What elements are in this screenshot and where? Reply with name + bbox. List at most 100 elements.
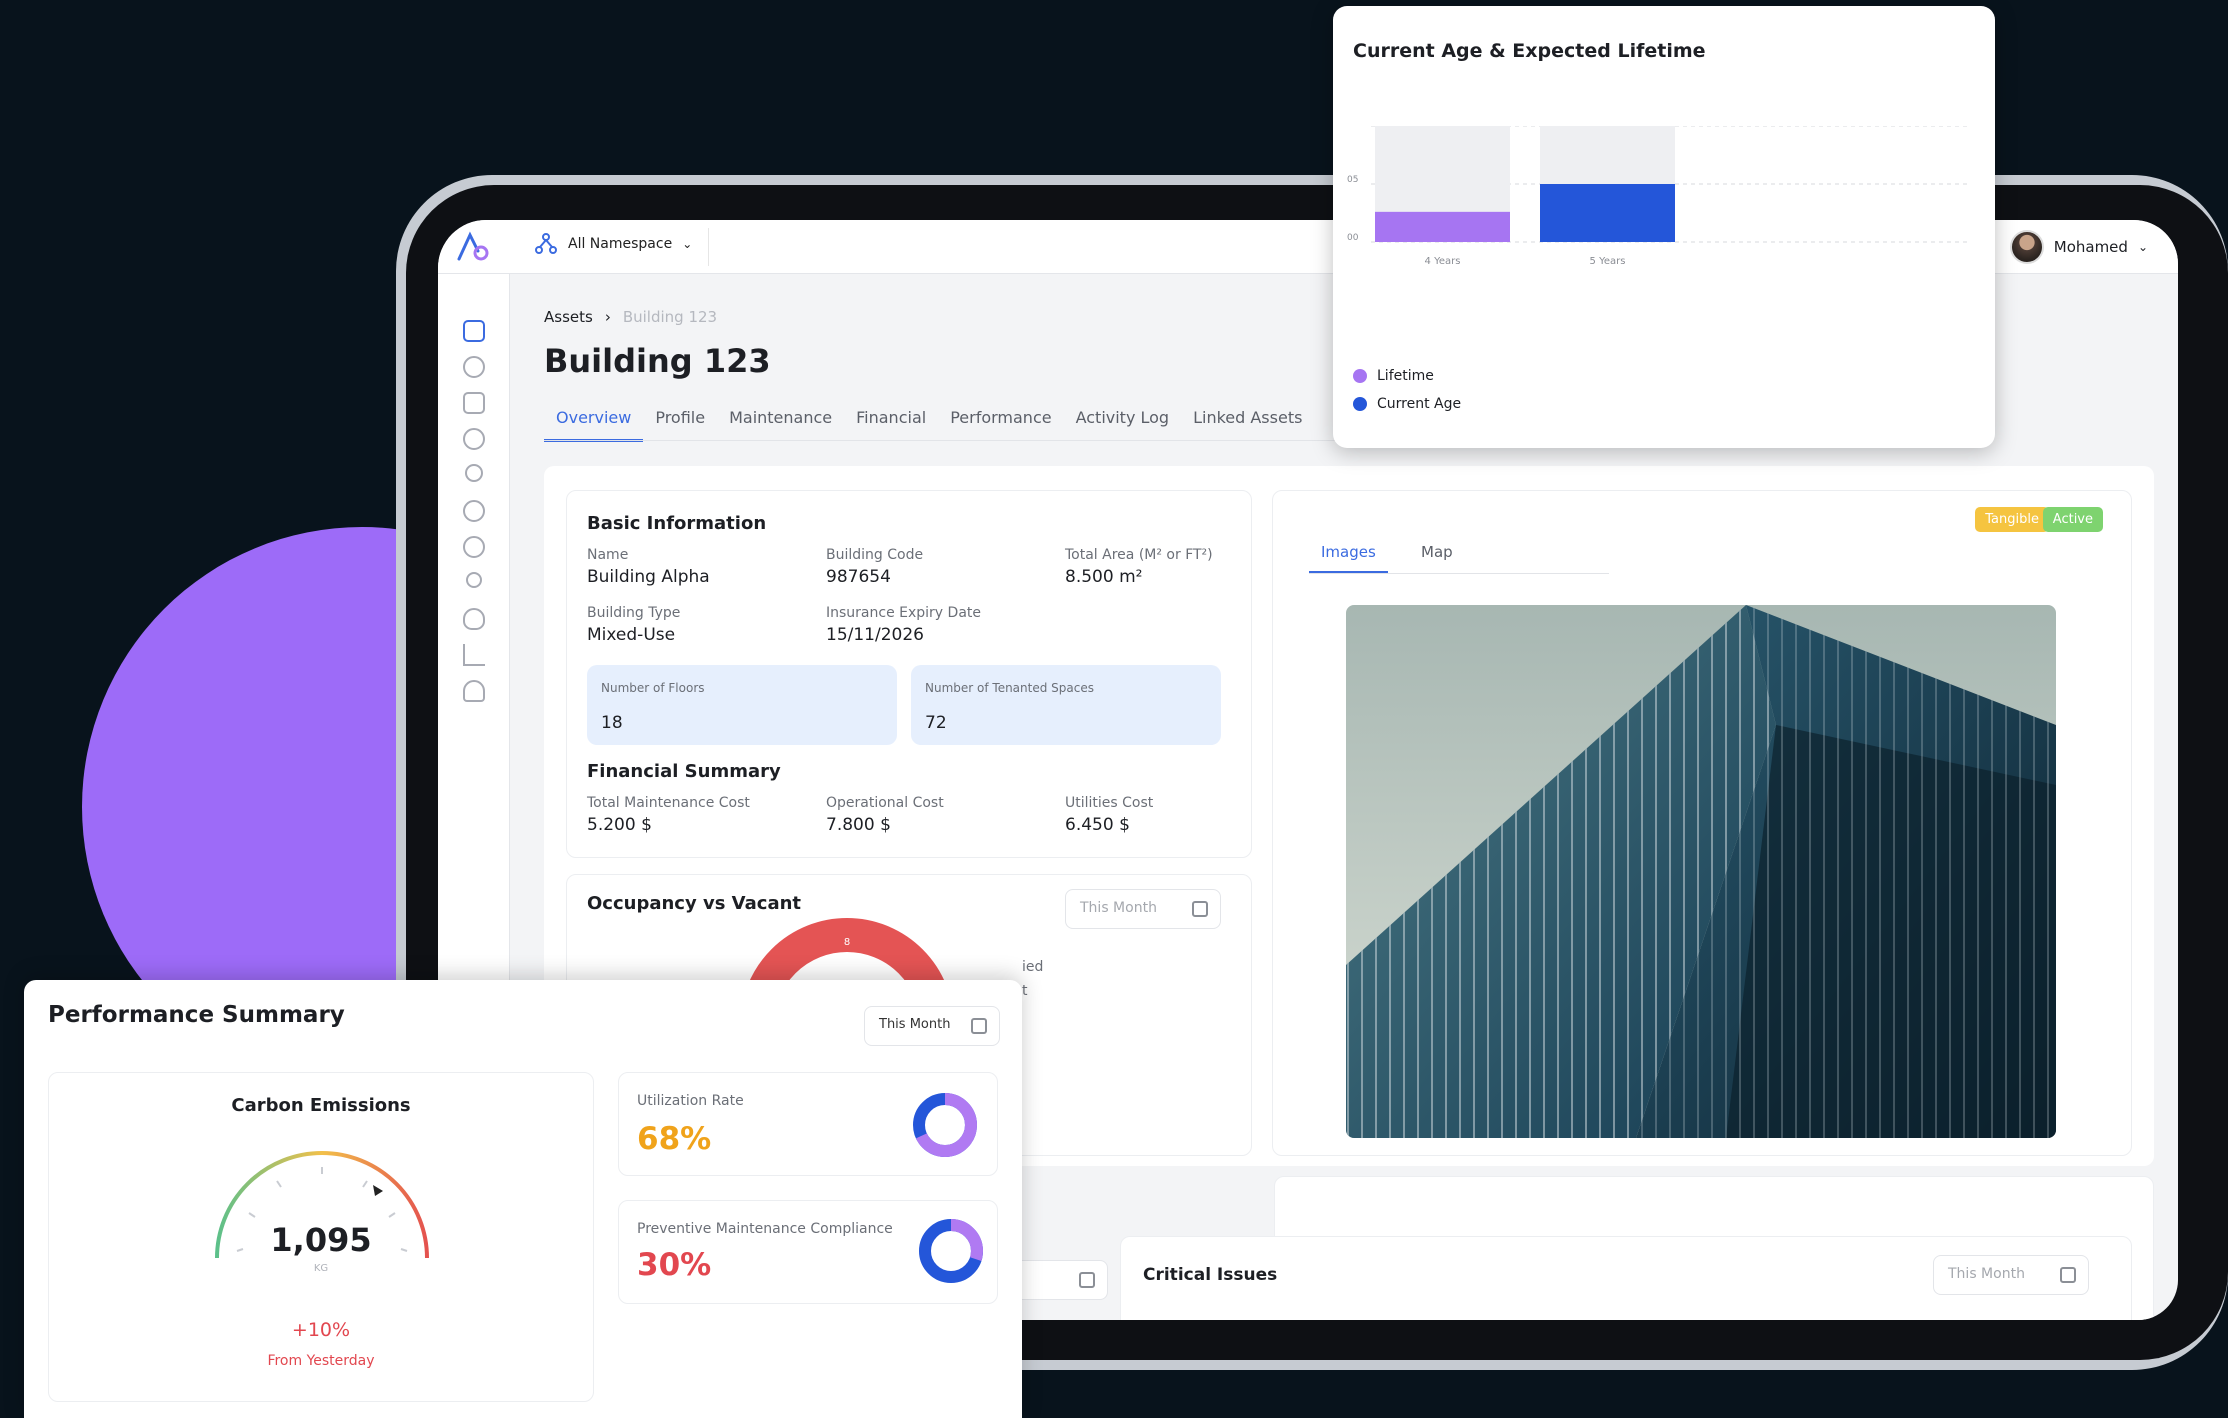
critical-range-label: This Month: [1948, 1266, 2025, 1282]
carbon-title: Carbon Emissions: [231, 1095, 411, 1116]
tools-icon[interactable]: [463, 356, 485, 378]
user-icon[interactable]: [466, 572, 482, 588]
app-logo: [457, 231, 489, 261]
namespace-label: All Namespace: [568, 236, 673, 252]
basic-info-card: Basic Information Name Building Alpha Bu…: [566, 490, 1252, 858]
user-menu[interactable]: Mohamed ⌄: [2009, 230, 2148, 264]
tenanted-value: 72: [925, 713, 947, 733]
page-title: Building 123: [544, 342, 771, 380]
x-tick-label: 4 Years: [1425, 256, 1461, 267]
name-value: Building Alpha: [587, 567, 710, 587]
tab-activity-log[interactable]: Activity Log: [1064, 408, 1182, 442]
occupancy-donut-value: 8: [844, 937, 850, 948]
tab-bar: Overview Profile Maintenance Financial P…: [544, 408, 1314, 442]
network-icon[interactable]: [465, 464, 483, 482]
namespace-selector[interactable]: All Namespace ⌄: [534, 232, 692, 256]
settings-icon[interactable]: [463, 536, 485, 558]
carbon-value: 1,095: [270, 1221, 372, 1259]
media-tab-images[interactable]: Images: [1309, 543, 1388, 574]
performance-range-label: This Month: [879, 1017, 951, 1032]
name-label: Name: [587, 547, 629, 563]
media-tab-map[interactable]: Map: [1421, 543, 1453, 561]
util-cost-label: Utilities Cost: [1065, 795, 1154, 811]
tab-profile[interactable]: Profile: [643, 408, 717, 442]
occupancy-date-range[interactable]: This Month: [1065, 889, 1221, 929]
namespace-icon: [535, 233, 557, 254]
y-tick-label: 05: [1347, 175, 1358, 185]
tab-performance[interactable]: Performance: [938, 408, 1063, 442]
occupancy-legend-vacant: t: [1022, 983, 1028, 999]
chevron-down-icon: ⌄: [2137, 240, 2148, 254]
y-tick-label: 10: [1347, 126, 1359, 127]
occupancy-range-label: This Month: [1080, 900, 1157, 916]
area-value: 8.500 m²: [1065, 567, 1143, 587]
floors-box: Number of Floors 18: [587, 665, 897, 745]
pm-compliance-card: Preventive Maintenance Compliance 30%: [618, 1200, 998, 1304]
utilization-value: 68%: [637, 1121, 712, 1157]
carbon-change-label: From Yesterday: [267, 1353, 375, 1369]
tenanted-label: Number of Tenanted Spaces: [925, 681, 1094, 695]
pm-value: 30%: [637, 1247, 712, 1283]
insurance-value: 15/11/2026: [826, 625, 924, 645]
code-label: Building Code: [826, 547, 924, 563]
building-photo: [1346, 605, 2056, 1138]
dashboard-icon[interactable]: [463, 320, 485, 342]
tab-overview[interactable]: Overview: [544, 408, 644, 442]
maint-value: 5.200 $: [587, 815, 652, 835]
media-tabs-divider: [1309, 573, 1609, 574]
floors-label: Number of Floors: [601, 681, 705, 695]
tab-financial[interactable]: Financial: [844, 408, 938, 442]
legend-lifetime-dot: [1353, 369, 1367, 383]
performance-summary-card: Performance Summary This Month Carbon Em…: [24, 980, 1022, 1418]
calendar-icon: [1192, 901, 1208, 917]
chevron-down-icon: ⌄: [682, 237, 693, 251]
age-lifetime-card: Current Age & Expected Lifetime 00 05 10 4 …: [1333, 6, 1995, 448]
op-value: 7.800 $: [826, 815, 891, 835]
utilization-donut: [913, 1093, 977, 1157]
cloud-icon[interactable]: [463, 608, 485, 630]
age-chart: 00 05 10 4 Years 5 Years: [1347, 126, 1971, 267]
critical-issues-card: Critical Issues This Month: [1120, 1236, 2132, 1320]
op-label: Operational Cost: [826, 795, 944, 811]
tabs-divider: [544, 440, 1404, 441]
critical-issues-title: Critical Issues: [1143, 1265, 1278, 1285]
group-icon[interactable]: [463, 500, 485, 522]
utilization-card: Utilization Rate 68%: [618, 1072, 998, 1176]
type-value: Mixed-Use: [587, 625, 676, 645]
carbon-change: +10%: [291, 1319, 351, 1341]
x-tick-label: 5 Years: [1590, 256, 1626, 267]
legend-current-age: Current Age: [1353, 396, 1461, 412]
tab-maintenance[interactable]: Maintenance: [717, 408, 844, 442]
carbon-unit: KG: [313, 1263, 329, 1274]
tenanted-box: Number of Tenanted Spaces 72: [911, 665, 1221, 745]
carbon-emissions-card: Carbon Emissions 1,095 KG +10% From Yest…: [48, 1072, 594, 1402]
area-label: Total Area (M² or FT²): [1065, 547, 1213, 563]
cube-icon[interactable]: [463, 428, 485, 450]
document-icon[interactable]: [463, 392, 485, 414]
code-value: 987654: [826, 567, 891, 587]
basic-info-title: Basic Information: [587, 513, 767, 534]
breadcrumb-separator: ›: [604, 308, 611, 326]
bell-icon[interactable]: [463, 680, 485, 702]
breadcrumb: Assets › Building 123: [544, 308, 717, 326]
pm-donut: [919, 1219, 983, 1283]
legend-lifetime-label: Lifetime: [1377, 368, 1434, 384]
avatar: [2009, 230, 2044, 264]
legend-lifetime: Lifetime: [1353, 368, 1434, 384]
badge-tangible: Tangible: [1975, 507, 2049, 532]
y-tick-label: 00: [1347, 233, 1359, 243]
tab-linked-assets[interactable]: Linked Assets: [1181, 408, 1314, 442]
calendar-icon: [971, 1018, 987, 1034]
performance-date-range[interactable]: This Month: [864, 1006, 1000, 1046]
user-name: Mohamed: [2053, 238, 2128, 256]
chart-icon[interactable]: [463, 644, 485, 666]
maint-label: Total Maintenance Cost: [587, 795, 750, 811]
floors-value: 18: [601, 713, 623, 733]
bar-lifetime: [1375, 211, 1510, 242]
financial-title: Financial Summary: [587, 761, 781, 782]
calendar-icon: [1079, 1272, 1095, 1288]
divider: [708, 228, 709, 266]
critical-date-range[interactable]: This Month: [1933, 1255, 2089, 1295]
badge-active: Active: [2042, 507, 2103, 532]
breadcrumb-root[interactable]: Assets: [544, 308, 593, 326]
